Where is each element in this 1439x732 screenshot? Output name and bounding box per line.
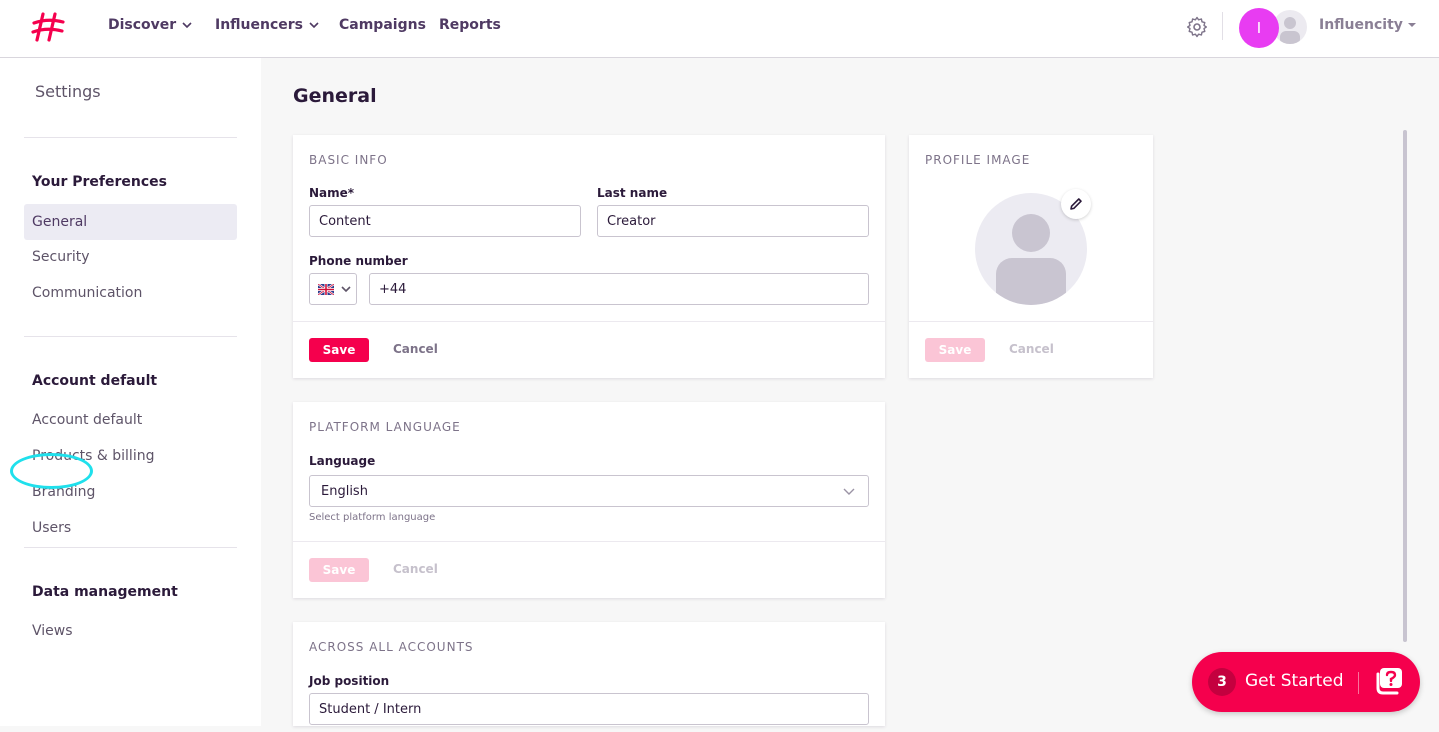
get-started-label: Get Started [1245,671,1344,691]
sidebar-title: Settings [35,82,101,101]
sidebar-item-general[interactable]: General [24,204,237,240]
basic-info-card: BASIC INFO Name* Content Last name Creat… [293,135,885,378]
card-divider [293,321,885,322]
divider [1358,672,1359,694]
sidebar-item-communication[interactable]: Communication [24,275,237,311]
sidebar-heading-account-default: Account default [32,373,158,389]
chevron-down-icon [309,22,319,29]
across-accounts-card: ACROSS ALL ACCOUNTS Job position Student… [293,622,885,726]
card-heading: PLATFORM LANGUAGE [309,420,461,434]
name-label: Name* [309,186,355,200]
sidebar-item-account-default[interactable]: Account default [24,402,237,438]
phone-number-value: +44 [379,281,407,297]
sidebar-item-security[interactable]: Security [24,239,237,275]
card-divider [293,541,885,542]
chevron-down-icon [843,488,855,495]
sidebar-heading-data-management: Data management [32,584,178,600]
help-chat-icon [1376,668,1402,695]
nav-campaigns[interactable]: Campaigns [339,17,426,33]
nav-campaigns-label: Campaigns [339,17,426,33]
cancel-button[interactable]: Cancel [393,342,438,356]
job-position-value: Student / Intern [319,701,422,717]
sidebar-item-label: Security [32,249,90,265]
hashtag-logo-icon[interactable] [30,10,66,44]
sidebar-divider [24,547,237,548]
page-title: General [293,85,377,107]
nav-discover-label: Discover [108,17,177,33]
language-value: English [321,483,368,499]
country-code-select[interactable] [309,273,357,305]
last-name-value: Creator [607,213,656,229]
last-name-field[interactable]: Creator [597,205,869,237]
nav-influencers[interactable]: Influencers [215,17,321,33]
save-button[interactable]: Save [309,338,369,362]
card-divider [909,321,1153,322]
uk-flag-icon [318,283,334,295]
first-name-field[interactable]: Content [309,205,581,237]
profile-image-card: PROFILE IMAGE Save Cancel [909,135,1153,378]
last-name-label: Last name [597,186,668,200]
sidebar-heading-preferences: Your Preferences [32,174,167,190]
sidebar-item-label: Users [32,520,72,536]
card-heading: BASIC INFO [309,153,388,167]
phone-number-input[interactable]: +44 [369,273,869,305]
sidebar-divider [24,137,237,138]
sidebar-item-label: Account default [32,412,143,428]
account-name: Influencity [1319,17,1403,33]
gear-icon[interactable] [1185,15,1209,39]
platform-language-card: PLATFORM LANGUAGE Language English Selec… [293,402,885,598]
sidebar-item-label: General [32,214,88,230]
account-switcher[interactable]: Influencity [1319,17,1417,33]
avatar-letter: I [1256,19,1262,37]
cancel-button[interactable]: Cancel [393,562,438,576]
caret-down-icon [1407,23,1416,27]
nav-reports[interactable]: Reports [439,17,501,33]
get-started-count: 3 [1208,668,1236,696]
card-heading: PROFILE IMAGE [925,153,1031,167]
language-label: Language [309,454,376,468]
first-name-value: Content [319,213,371,229]
settings-sidebar: Settings Your Preferences General Securi… [0,58,261,726]
divider [1222,12,1223,40]
phone-label: Phone number [309,254,408,268]
cancel-button[interactable]: Cancel [1009,342,1054,356]
chevron-down-icon [341,286,351,293]
sidebar-item-label: Views [32,623,73,639]
save-button[interactable]: Save [925,338,985,362]
highlight-annotation [10,453,93,489]
pencil-icon [1070,198,1082,210]
chevron-down-icon [182,22,192,29]
top-navigation: Discover Influencers Campaigns Reports I… [0,0,1439,58]
sidebar-divider [24,336,237,337]
sidebar-item-label: Communication [32,285,143,301]
sidebar-item-users[interactable]: Users [24,510,237,546]
language-select[interactable]: English [309,475,869,507]
get-started-button[interactable]: 3 Get Started [1192,652,1420,712]
card-heading: ACROSS ALL ACCOUNTS [309,640,474,654]
language-hint: Select platform language [309,512,436,523]
scrollbar[interactable] [1403,130,1407,642]
job-position-label: Job position [309,674,390,688]
nav-discover[interactable]: Discover [108,17,194,33]
account-avatar[interactable]: I [1239,8,1279,48]
job-position-field[interactable]: Student / Intern [309,693,869,725]
sidebar-item-views[interactable]: Views [24,613,237,649]
save-button[interactable]: Save [309,558,369,582]
nav-reports-label: Reports [439,17,501,33]
edit-image-button[interactable] [1061,189,1091,219]
nav-influencers-label: Influencers [215,17,304,33]
